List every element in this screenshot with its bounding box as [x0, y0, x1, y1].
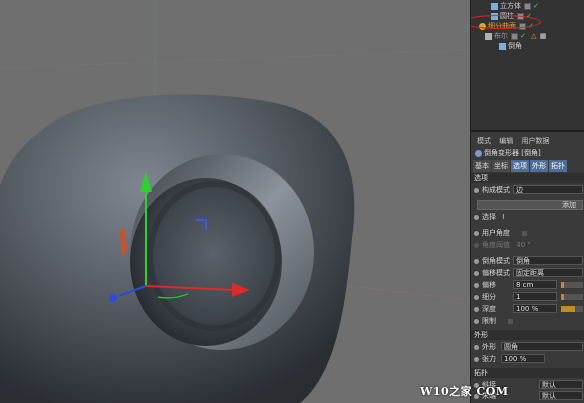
anim-dot[interactable] — [474, 187, 479, 193]
attribute-menu: 模式 编辑 用户数据 — [471, 136, 584, 146]
menu-mode[interactable]: 模式 — [477, 137, 491, 145]
anim-dot[interactable] — [474, 214, 479, 220]
prop-selection: 选择 I — [474, 212, 504, 222]
add-button[interactable]: 添加 — [477, 200, 583, 210]
right-panel: 立方体 ✓ 圆柱 ✓ 细分曲面 ✓ 布尔 ✓ △ ▦ 倒角 模式 编辑 用户数据 倒角变… — [470, 0, 584, 403]
tab-topology[interactable]: 拓扑 — [549, 160, 567, 172]
selection-field[interactable]: I — [502, 213, 504, 221]
cube-icon — [491, 2, 498, 10]
checker-tag-icon[interactable]: ▦ — [540, 32, 547, 40]
anim-dot[interactable] — [474, 294, 479, 300]
visibility-dot[interactable] — [524, 2, 531, 10]
end-select[interactable]: 默认 — [539, 391, 583, 400]
visibility-dot[interactable] — [511, 32, 518, 40]
object-manager: 立方体 ✓ 圆柱 ✓ 细分曲面 ✓ 布尔 ✓ △ ▦ 倒角 — [471, 0, 584, 132]
watermark: W10之家 COM — [420, 385, 509, 398]
anim-dot[interactable] — [474, 356, 479, 362]
miter-select[interactable]: 默认 — [539, 380, 583, 389]
tab-shape[interactable]: 外形 — [530, 160, 548, 172]
prop-angle-threshold: 角度阈值 40 ° — [474, 240, 531, 250]
bevel-mode-select[interactable]: 倒角 — [513, 256, 583, 265]
enabled-check-icon[interactable]: ✓ — [520, 32, 526, 40]
angle-threshold-field[interactable]: 40 ° — [516, 241, 531, 249]
anim-dot[interactable] — [474, 242, 479, 248]
offset-field[interactable]: 8 cm — [513, 280, 557, 289]
object-item-boole[interactable]: 布尔 ✓ △ ▦ — [485, 31, 546, 41]
tab-options[interactable]: 选项 — [511, 160, 529, 172]
grid-horizon-line — [0, 49, 470, 69]
anim-dot[interactable] — [474, 230, 479, 236]
attribute-title: 倒角变形器 [倒角] — [475, 148, 541, 158]
prop-subdivision: 细分 — [474, 292, 496, 302]
prop-tension: 张力 — [474, 354, 496, 364]
prop-build-mode: 构成模式 — [474, 185, 510, 195]
section-options: 选项 — [471, 173, 584, 183]
enabled-check-icon[interactable]: ✓ — [533, 2, 539, 10]
tab-coord[interactable]: 坐标 — [492, 160, 510, 172]
anim-dot[interactable] — [474, 318, 479, 324]
object-item-bevel[interactable]: 倒角 — [499, 41, 522, 51]
menu-edit[interactable]: 编辑 — [499, 137, 513, 145]
prop-use-angle: 用户角度 — [474, 228, 528, 238]
prop-offset: 偏移 — [474, 280, 496, 290]
section-topology: 拓扑 — [471, 368, 584, 378]
object-item-cube[interactable]: 立方体 ✓ — [491, 1, 539, 11]
shape-select[interactable]: 圆角 — [501, 342, 583, 351]
anim-dot[interactable] — [474, 282, 479, 288]
menu-user-data[interactable]: 用户数据 — [521, 137, 549, 145]
tension-field[interactable]: 100 % — [501, 354, 545, 363]
3d-viewport[interactable] — [0, 0, 470, 403]
anim-dot[interactable] — [474, 306, 479, 312]
anim-dot[interactable] — [474, 258, 479, 264]
boole-icon — [485, 32, 492, 40]
tab-basic[interactable]: 基本 — [473, 160, 491, 172]
anim-dot[interactable] — [474, 270, 479, 276]
anim-dot[interactable] — [474, 344, 479, 350]
tag-icon[interactable]: △ — [531, 32, 536, 40]
build-mode-select[interactable]: 边 — [513, 185, 583, 194]
prop-shape: 外形 — [474, 342, 496, 352]
use-angle-checkbox[interactable] — [522, 230, 528, 236]
prop-bevel-mode: 倒角模式 — [474, 256, 510, 266]
offset-mode-select[interactable]: 固定距离 — [513, 268, 583, 277]
viewport-canvas — [0, 0, 470, 403]
prop-depth: 深度 — [474, 304, 496, 314]
depth-slider[interactable] — [561, 306, 583, 312]
subdivision-field[interactable]: 1 — [513, 292, 557, 301]
depth-field[interactable]: 100 % — [513, 304, 557, 313]
section-shape: 外形 — [471, 330, 584, 340]
prop-offset-mode: 偏移模式 — [474, 268, 510, 278]
bevel-deformer-icon — [475, 149, 482, 157]
prop-limit: 限制 — [474, 316, 514, 326]
subdivision-slider[interactable] — [561, 294, 583, 300]
bevel-deformer-icon — [499, 42, 506, 50]
offset-slider[interactable] — [561, 282, 583, 288]
limit-checkbox[interactable] — [508, 318, 514, 324]
attribute-tabs: 基本 坐标 选项 外形 拓扑 — [473, 160, 568, 172]
